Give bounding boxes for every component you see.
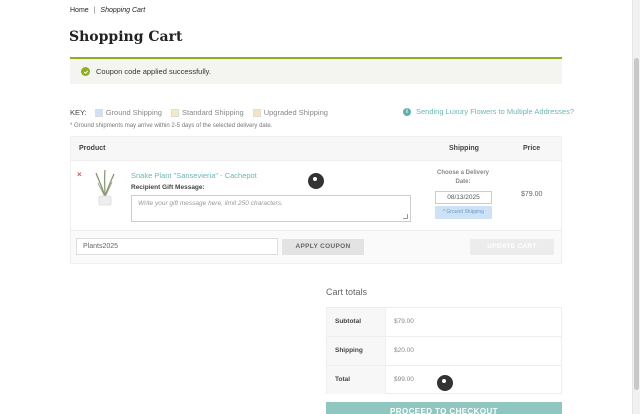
- breadcrumb-home-link[interactable]: Home: [70, 7, 89, 14]
- apply-coupon-button[interactable]: APPLY COUPON: [282, 239, 364, 255]
- key-item-label: Ground Shipping: [105, 108, 162, 117]
- notice-text: Coupon code applied successfully.: [96, 67, 211, 76]
- info-icon: i: [403, 107, 411, 116]
- cart-table-header: Product Shipping Price: [71, 137, 561, 161]
- breadcrumb: Home | Shopping Cart: [70, 7, 145, 14]
- totals-row-shipping: Shipping $20.00: [327, 337, 561, 366]
- product-thumbnail[interactable]: [93, 169, 117, 207]
- delivery-date-label: Choose a Delivery Date:: [436, 170, 490, 185]
- totals-label: Subtotal: [327, 308, 386, 336]
- ground-shipping-note: * Ground shipments may arrive within 2-5…: [70, 123, 273, 129]
- gift-message-label: Recipient Gift Message:: [131, 184, 205, 191]
- cart-page: Home | Shopping Cart Shopping Cart Coupo…: [0, 0, 632, 414]
- totals-label: Shipping: [327, 337, 386, 365]
- header-price: Price: [523, 145, 541, 152]
- header-product: Product: [79, 145, 106, 152]
- product-name-link[interactable]: Snake Plant "Sansevieria" - Cachepot: [131, 171, 257, 180]
- remove-item-icon[interactable]: ×: [77, 170, 82, 179]
- breadcrumb-current: Shopping Cart: [100, 7, 146, 14]
- totals-label: Total: [327, 366, 386, 394]
- key-item-upgraded: Upgraded Shipping: [252, 108, 328, 117]
- success-notice: Coupon code applied successfully.: [70, 57, 562, 84]
- totals-row-subtotal: Subtotal $79.00: [327, 308, 561, 337]
- update-cart-button[interactable]: UPDATE CART: [470, 239, 554, 255]
- cart-totals-title: Cart totals: [326, 287, 368, 297]
- page-scrollbar[interactable]: [632, 0, 640, 414]
- item-price: $79.00: [521, 191, 543, 198]
- multiple-addresses-text: Sending Luxury Flowers to Multiple Addre…: [416, 107, 574, 116]
- breadcrumb-separator: |: [93, 7, 96, 14]
- coupon-code-input[interactable]: Plants2025: [76, 238, 278, 255]
- gift-message-textarea[interactable]: Write your gift message here, limit 250 …: [131, 195, 411, 222]
- cart-item-row: × Snake Plant "Sansevieria" - Cachepot R…: [71, 161, 561, 231]
- cursor-marker-icon: [308, 173, 324, 189]
- cursor-marker-icon: [437, 375, 453, 391]
- standard-swatch: [170, 108, 179, 117]
- delivery-date-input[interactable]: 08/13/2025: [435, 191, 492, 204]
- multiple-addresses-link[interactable]: i Sending Luxury Flowers to Multiple Add…: [403, 107, 574, 116]
- key-item-ground: Ground Shipping: [94, 108, 162, 117]
- key-item-label: Upgraded Shipping: [263, 108, 328, 117]
- shipping-key: KEY: Ground Shipping Standard Shipping U…: [70, 108, 337, 117]
- shipping-method-badge: * Ground Shipping: [435, 206, 492, 219]
- proceed-to-checkout-button[interactable]: PROCEED TO CHECKOUT: [326, 402, 562, 414]
- key-label: KEY:: [70, 108, 87, 117]
- check-circle-icon: [81, 67, 90, 76]
- key-item-label: Standard Shipping: [181, 108, 244, 117]
- page-title: Shopping Cart: [69, 29, 183, 45]
- totals-value: $79.00: [394, 318, 414, 325]
- totals-value: $20.00: [394, 347, 414, 354]
- totals-value: $99.00: [394, 376, 414, 383]
- scrollbar-thumb[interactable]: [634, 58, 639, 390]
- upgraded-swatch: [252, 108, 261, 117]
- ground-swatch: [94, 108, 103, 117]
- key-item-standard: Standard Shipping: [170, 108, 244, 117]
- header-shipping: Shipping: [449, 145, 479, 152]
